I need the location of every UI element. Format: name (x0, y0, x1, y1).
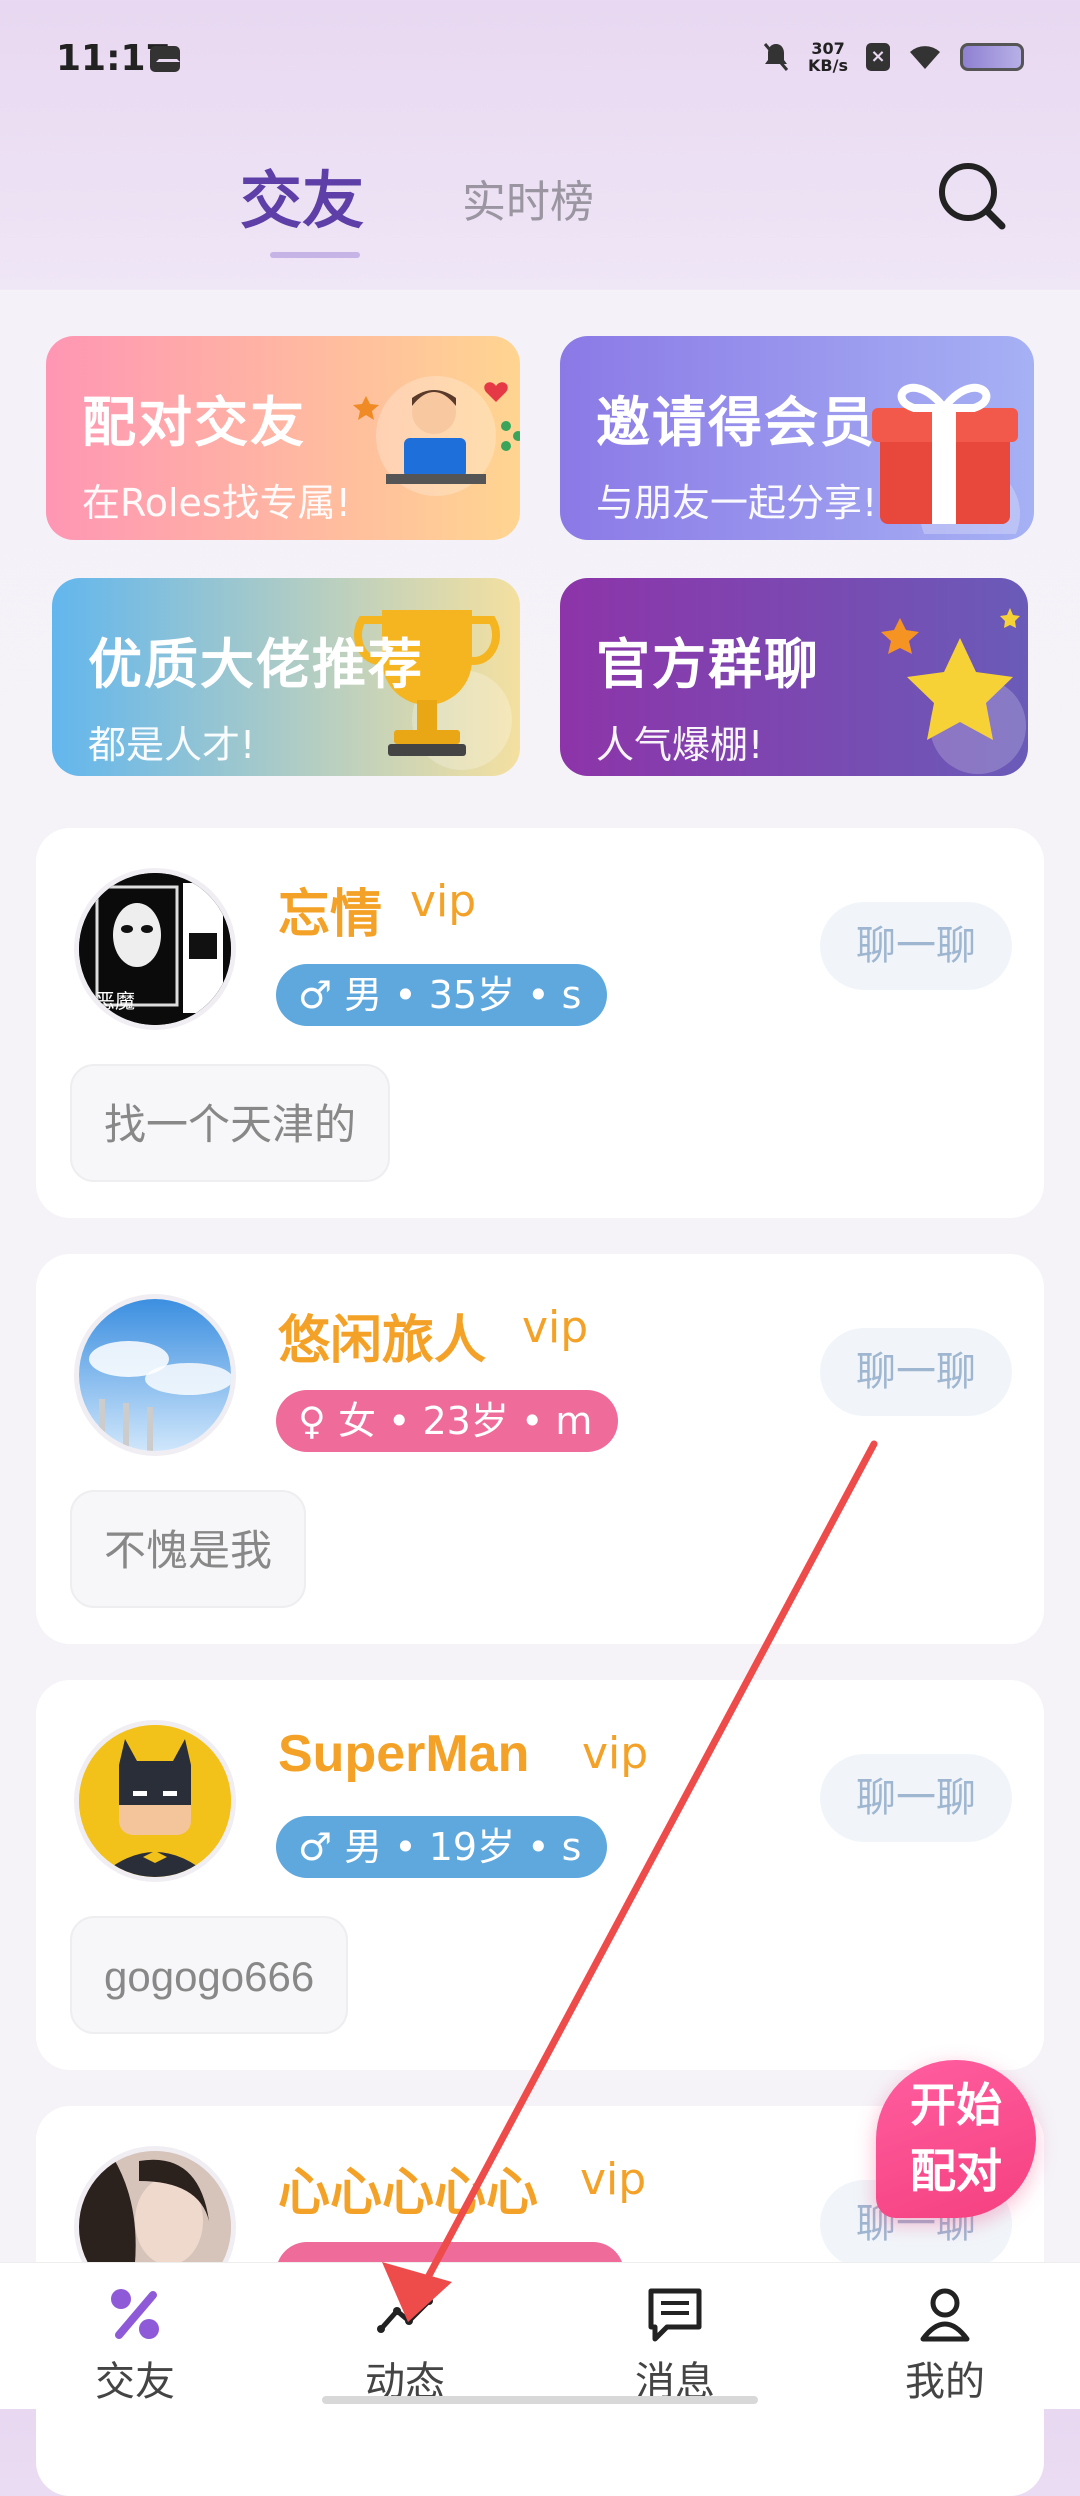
search-icon[interactable] (932, 156, 1012, 236)
gift-box-illustration (872, 383, 1020, 534)
card-official-group-chat[interactable]: 官方群聊 人气爆棚! (560, 578, 1028, 776)
gender-age-badge: ♂ 男 • 35岁 • s (276, 964, 608, 1026)
user-intro: gogogo666 (70, 1916, 349, 2034)
battery-icon (960, 43, 1024, 71)
card-pair-friends[interactable]: 配对交友 在Roles找专属! (46, 336, 520, 540)
user-name: 忘情 (278, 885, 383, 945)
card-subtitle: 都是人才! (88, 723, 256, 767)
female-icon: ♀ (298, 1399, 326, 1443)
card-subtitle: 人气爆棚! (596, 723, 764, 767)
card-title: 邀请得会员 (596, 391, 876, 454)
card-title: 优质大佬推荐 (88, 633, 424, 696)
user-card[interactable]: 恶魔 忘情 vip ♂ 男 • 35岁 • s 聊一聊 找一个天津的 (36, 828, 1044, 1218)
male-icon: ♂ (298, 1825, 333, 1869)
user-name: 悠闲旅人 (278, 1311, 487, 1371)
person-icon (920, 2288, 970, 2342)
nav-label: 我的 (905, 2359, 985, 2405)
badge-info: 女 • 23岁 • m (337, 1399, 593, 1443)
network-speed: 307 KB/s (808, 40, 848, 74)
vip-label: vip (580, 2154, 647, 2205)
network-speed-unit: KB/s (808, 56, 848, 75)
card-invite-membership[interactable]: 邀请得会员 与朋友一起分享! (560, 336, 1034, 540)
card-subtitle: 与朋友一起分享! (596, 481, 878, 525)
badge-info: 男 • 19岁 • s (344, 1825, 582, 1869)
bottom-navigation: 交友 动态 消息 我的 (0, 2262, 1080, 2409)
message-icon (648, 2288, 702, 2342)
chat-button[interactable]: 聊一聊 (820, 902, 1012, 990)
wifi-icon (910, 46, 940, 69)
sky-avatar-image (79, 1299, 231, 1451)
status-bar: 11:17 307 KB/s × (0, 0, 1080, 120)
mail-notification-icon (150, 46, 180, 72)
nav-label: 交友 (95, 2359, 175, 2405)
tab-realtime-ranking[interactable]: 实时榜 (462, 166, 594, 230)
sim-off-icon: × (866, 43, 890, 71)
avatar-caption: 恶魔 (95, 989, 135, 1013)
avatar[interactable] (74, 1294, 236, 1456)
user-card[interactable]: 悠闲旅人 vip ♀ 女 • 23岁 • m 聊一聊 不愧是我 (36, 1254, 1044, 1644)
tab-active-indicator (270, 252, 360, 258)
avatar[interactable] (74, 1720, 236, 1882)
user-name: SuperMan (278, 1725, 530, 1783)
vip-label: vip (582, 1728, 649, 1779)
start-match-button[interactable]: 开始 配对 (876, 2060, 1036, 2218)
badge-info: 男 • 35岁 • s (344, 973, 582, 1017)
vip-label: vip (410, 876, 477, 927)
start-match-line2: 配对 (910, 2144, 1002, 2198)
trend-line-icon (377, 2297, 433, 2333)
start-match-line1: 开始 (910, 2078, 1002, 2132)
chat-button[interactable]: 聊一聊 (820, 1328, 1012, 1416)
user-intro: 找一个天津的 (70, 1064, 391, 1182)
gender-age-badge: ♀ 女 • 23岁 • m (276, 1390, 619, 1452)
star-illustration (881, 608, 1026, 774)
chat-button[interactable]: 聊一聊 (820, 1754, 1012, 1842)
card-title: 配对交友 (82, 391, 306, 454)
user-intro: 不愧是我 (70, 1490, 307, 1608)
batman-avatar-image (79, 1725, 231, 1877)
nav-item-messages[interactable]: 消息 (540, 2263, 810, 2409)
nav-item-friends[interactable]: 交友 (0, 2263, 270, 2409)
avatar[interactable]: 恶魔 (74, 868, 236, 1030)
status-icons: 307 KB/s × (762, 40, 1024, 74)
gender-age-badge: ♂ 男 • 19岁 • s (276, 1816, 608, 1878)
laptop-person-illustration (353, 376, 520, 496)
network-speed-value: 307 (811, 39, 845, 58)
card-title: 官方群聊 (596, 633, 820, 696)
card-subtitle: 在Roles找专属! (82, 481, 351, 525)
bell-muted-icon (763, 43, 789, 71)
tab-friends[interactable]: 交友 (240, 150, 364, 240)
vip-label: vip (522, 1302, 589, 1353)
nav-item-profile[interactable]: 我的 (810, 2263, 1080, 2409)
card-quality-recommend[interactable]: 优质大佬推荐 都是人才! (52, 578, 520, 776)
user-name: 心心心心心 (278, 2163, 539, 2223)
nav-item-moments[interactable]: 动态 (270, 2263, 540, 2409)
male-icon: ♂ (298, 973, 333, 1017)
user-card[interactable]: SuperMan vip ♂ 男 • 19岁 • s 聊一聊 gogogo666 (36, 1680, 1044, 2070)
friends-nav-icon (111, 2289, 159, 2339)
home-indicator (322, 2396, 758, 2404)
